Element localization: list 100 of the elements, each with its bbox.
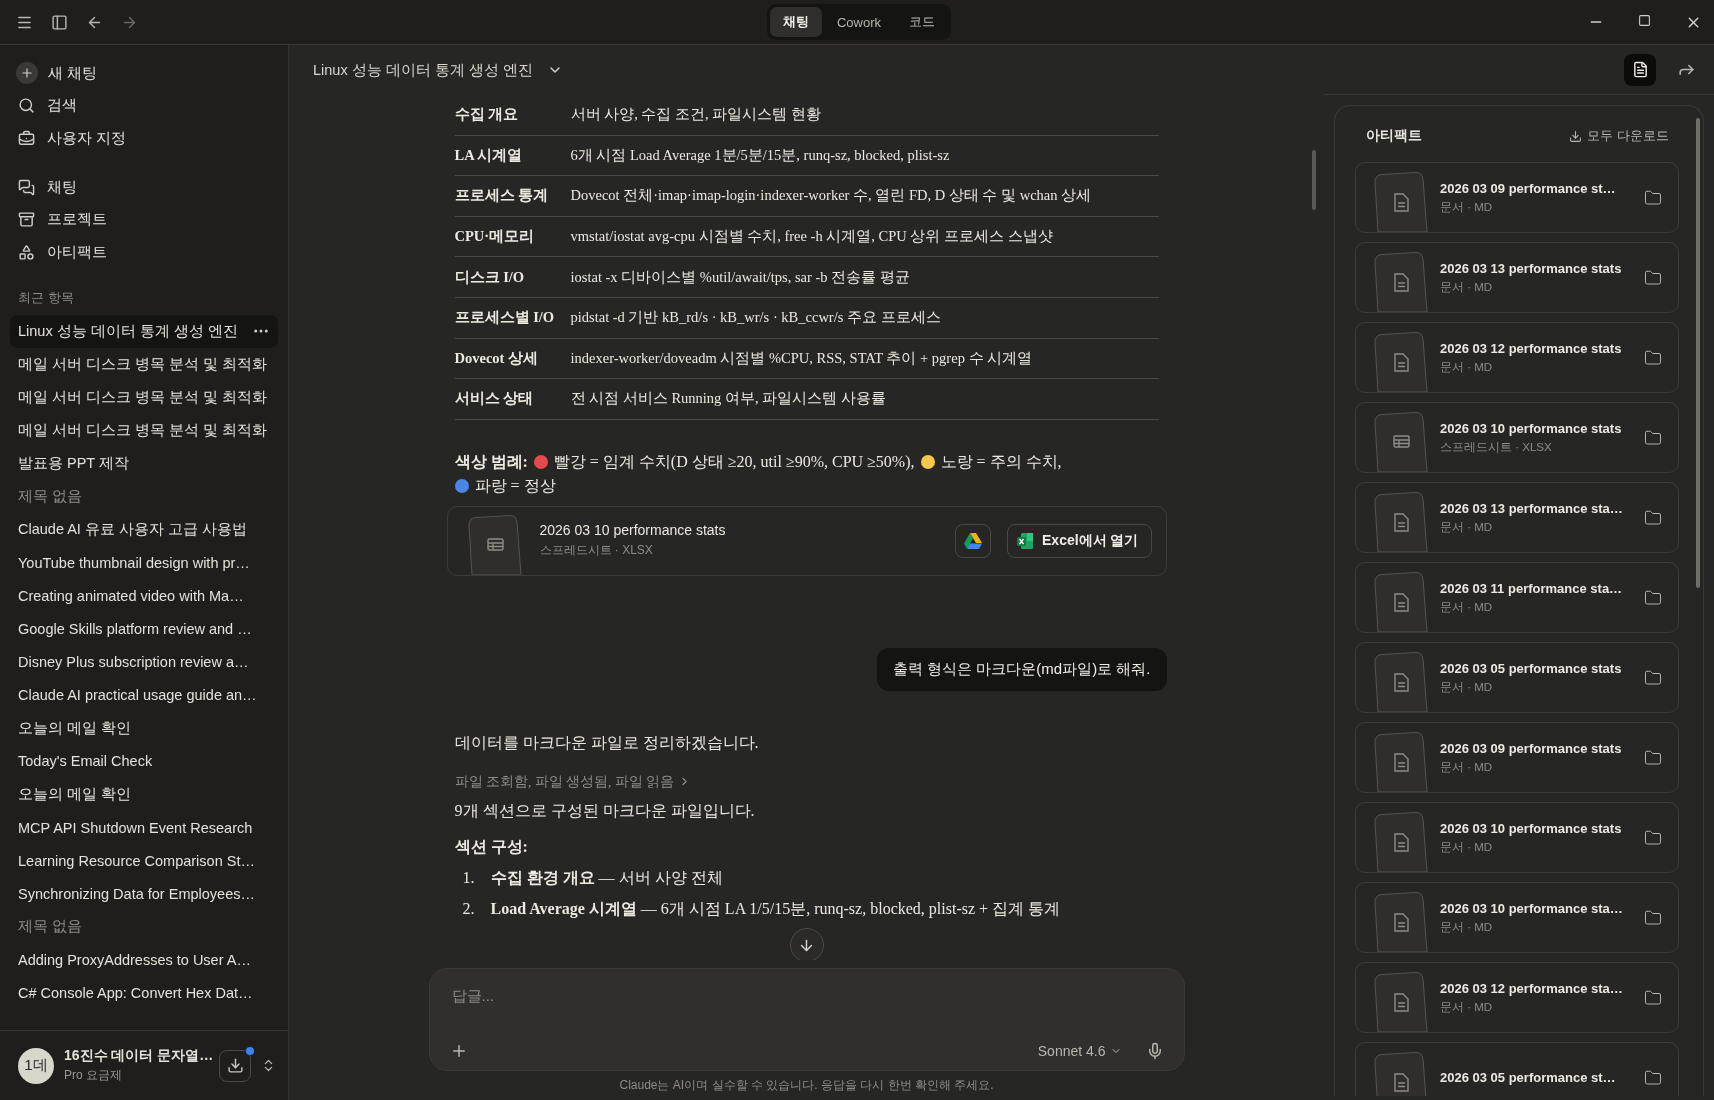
folder-icon[interactable] [1644,268,1662,287]
sidebar-nav-item[interactable]: 검색 [10,89,278,123]
recent-chat-item[interactable]: Disney Plus subscription review a… [10,645,278,679]
table-cell-text: 6개 시점 Load Average 1분/5분/15분, runq-sz, blocked, plist-sz [570,145,951,165]
recent-chat-item[interactable]: Today's Email Check [10,744,278,778]
artifact-card[interactable]: 2026 03 10 performance stats 문서 · MD [1355,802,1679,873]
panel-title: 아티팩트 [1366,127,1422,145]
download-all-button[interactable]: 모두 다운로드 [1563,126,1675,146]
document-thumbnail-icon [1374,652,1430,712]
folder-icon[interactable] [1644,828,1662,847]
artifact-card[interactable]: 2026 03 05 performance stats 문서 · MD [1355,642,1679,713]
folder-icon[interactable] [1644,908,1662,927]
recent-chat-item[interactable]: Claude AI practical usage guide an… [10,678,278,712]
folder-icon[interactable] [1644,348,1662,367]
list-heading: 섹션 구성: [453,836,529,857]
artifact-card[interactable]: 2026 03 13 performance sta… 문서 · MD [1355,482,1679,553]
recent-chat-item[interactable]: 제목 없음 [10,480,278,514]
recent-chat-item[interactable]: 메일 서버 디스크 병목 분석 및 최적화 [10,347,278,381]
table-cell-text: iostat -x 디바이스별 %util/await/tps, sar -b 전송률 평균 [570,267,911,287]
artifact-card[interactable]: 2026 03 13 performance stats 문서 · MD [1355,242,1679,313]
sidebar-button[interactable] [51,13,68,31]
artifact-card[interactable]: 2026 03 09 performance st… 문서 · MD [1355,162,1679,233]
folder-icon[interactable] [1644,428,1662,447]
reply-input-field[interactable]: 답글... [449,983,1164,1008]
nav-label: 프로젝트 [47,210,107,230]
artifact-title: 2026 03 11 performance sta… [1440,580,1624,596]
artifact-card[interactable]: 2026 03 12 performance sta… 문서 · MD [1355,962,1679,1033]
recent-chat-item[interactable]: Google Skills platform review and … [10,612,278,646]
scroll-down-button[interactable] [789,928,824,960]
recent-chat-item[interactable]: YouTube thumbnail design with pr… [10,546,278,580]
open-in-excel-button[interactable]: Excel에서 열기 [1007,523,1152,558]
folder-icon[interactable] [1644,668,1662,687]
folder-icon[interactable] [1644,988,1662,1007]
artifact-type: 문서 · MD [1440,519,1494,535]
sidebar-nav-item[interactable]: 채팅 [10,170,278,204]
artifact-type: 문서 · MD [1440,199,1494,215]
file-type: 스프레드시트 · XLSX [539,542,654,560]
maximize-icon[interactable] [1638,13,1651,27]
folder-icon[interactable] [1644,1068,1662,1087]
folder-icon[interactable] [1644,508,1662,527]
drive-button[interactable] [955,523,991,558]
recent-chat-item[interactable]: 오늘의 메일 확인 [10,777,278,811]
model-selector[interactable]: Sonnet 4.6 [1031,1042,1128,1060]
legend-text: 파랑 = 정상 [474,476,556,494]
recent-chat-item[interactable]: Adding ProxyAddresses to User A… [10,943,278,977]
artifact-card[interactable]: 2026 03 10 performance sta… 문서 · MD [1355,882,1679,953]
recent-chat-item[interactable]: Claude AI 유료 사용자 고급 사용법 [10,513,278,547]
artifact-title: 2026 03 10 performance stats [1440,420,1623,436]
sidebar-nav-item[interactable]: 사용자 지정 [10,122,278,155]
assistant-text: 9개 섹션으로 구성된 마크다운 파일입니다. [453,800,756,821]
recent-chat-item[interactable]: Learning Resource Comparison St… [10,844,278,878]
file-card[interactable]: 2026 03 10 performance stats 스프레드시트 · XLSX Excel에서 열기 [446,505,1167,576]
table-cell-text: Dovecot 전체·imap·imap-login·indexer-worker 수, 열린 FD, D 상태 수 및 wchan 상세 [570,186,1093,206]
recent-chat-item[interactable]: 오늘의 메일 확인 [10,711,278,745]
recent-chat-item[interactable]: 메일 서버 디스크 병목 분석 및 최적화 [10,413,278,447]
table-cell-text: 서비스 상태 [454,389,535,409]
tool-summary-link[interactable]: 파일 조회함, 파일 생성됨, 파일 읽음 [454,772,692,791]
mode-tab[interactable]: 채팅 [769,7,822,37]
artifact-card[interactable]: 2026 03 09 performance stats 문서 · MD [1355,722,1679,793]
recent-chat-item[interactable]: Synchronizing Data for Employees… [10,877,278,911]
recent-chat-item[interactable]: Linux 성능 데이터 통계 생성 엔진 [10,314,278,348]
chat-title-button[interactable]: Linux 성능 데이터 통계 생성 엔진 [313,56,563,84]
download-icon [1569,129,1583,143]
user-avatar[interactable]: 1데 [18,1047,54,1084]
sidebar-nav-item[interactable]: 새 채팅 [10,57,278,90]
document-thumbnail-icon [1374,172,1430,232]
chat-title: Creating animated video with Ma… [18,587,244,604]
mode-tab[interactable]: 코드 [896,7,949,37]
sidebar-nav-item[interactable]: 프로젝트 [10,203,278,236]
artifact-card[interactable]: 2026 03 10 performance stats 스프레드시트 · XLSX [1355,402,1679,473]
mode-tab[interactable]: Cowork [823,7,895,37]
document-icon [1631,61,1649,78]
plus-icon [16,62,38,85]
recent-chat-item[interactable]: 메일 서버 디스크 병목 분석 및 최적화 [10,380,278,414]
folder-icon[interactable] [1644,188,1662,207]
sidebar-nav-item[interactable]: 아티팩트 [10,235,278,269]
recent-chat-item[interactable]: Creating animated video with Ma… [10,579,278,613]
chat-title: Adding ProxyAddresses to User A… [18,951,251,968]
folder-icon[interactable] [1644,588,1662,607]
document-thumbnail-icon [1374,732,1430,792]
artifact-card[interactable]: 2026 03 11 performance sta… 문서 · MD [1355,562,1679,633]
recent-chat-item[interactable]: MCP API Shutdown Event Research [10,810,278,845]
recent-chat-item[interactable]: C# Console App: Convert Hex Dat… [10,976,278,1010]
scrollbar-thumb[interactable] [1696,118,1700,588]
scrollbar-thumb[interactable] [1312,150,1316,210]
artifact-type: 문서 · MD [1440,599,1494,615]
spreadsheet-thumbnail-icon [1374,412,1430,472]
recent-chat-item[interactable]: 제목 없음 [10,910,278,944]
recent-chat-item[interactable]: 발표용 PPT 제작 [10,446,278,481]
document-button[interactable] [1624,53,1656,86]
chat-title: Google Skills platform review and … [18,620,252,637]
artifact-title: 2026 03 09 performance stats [1440,740,1623,756]
artifact-type: 문서 · MD [1440,759,1494,775]
folder-icon[interactable] [1644,748,1662,767]
chat-title: MCP API Shutdown Event Research [18,819,253,836]
list-number: 1. [462,867,476,888]
download-button[interactable] [219,1049,251,1082]
artifact-card[interactable]: 2026 03 05 performance st… [1355,1042,1679,1096]
artifact-card[interactable]: 2026 03 12 performance stats 문서 · MD [1355,322,1679,393]
chat-title: Claude AI 유료 사용자 고급 사용법 [18,520,247,540]
